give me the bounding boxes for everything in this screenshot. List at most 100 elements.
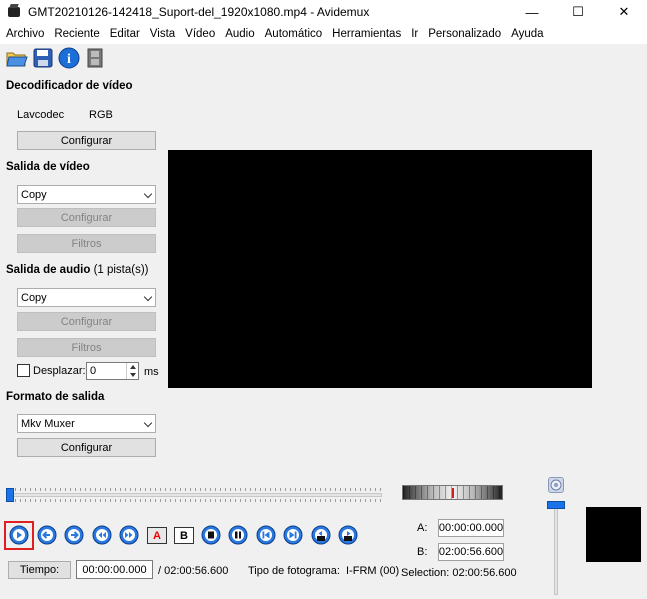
marker-a-time: 00:00:00.000	[438, 519, 504, 537]
marker-a-label: A:	[417, 522, 428, 534]
chevron-down-icon	[143, 292, 153, 302]
go-to-marker-b-button[interactable]	[228, 525, 248, 545]
audio-output-codec-select[interactable]: Copy	[17, 288, 156, 307]
menu-automatico[interactable]: Automático	[260, 28, 328, 40]
decoder-codec-label: Lavcodec	[17, 109, 65, 121]
previous-frame-button[interactable]	[37, 525, 57, 545]
video-output-filters-button[interactable]: Filtros	[17, 234, 156, 253]
frame-type: Tipo de fotograma: I-FRM (00)	[248, 565, 400, 577]
skip-end-icon	[283, 525, 303, 545]
video-output-configure-button[interactable]: Configurar	[17, 208, 156, 227]
video-output-codec-value: Copy	[21, 188, 47, 201]
film-icon[interactable]	[84, 47, 106, 69]
chevron-down-icon	[143, 418, 153, 428]
volume-track	[554, 503, 558, 595]
window-title: GMT20210126-142418_Suport-del_1920x1080.…	[28, 5, 370, 19]
time-button[interactable]: Tiempo:	[8, 561, 71, 579]
video-output-codec-select[interactable]: Copy	[17, 185, 156, 204]
menu-video[interactable]: Vídeo	[180, 28, 220, 40]
next-keyframe-button[interactable]	[119, 525, 139, 545]
menu-bar: Archivo Reciente Editar Vista Vídeo Audi…	[0, 24, 647, 44]
spin-arrows[interactable]	[126, 363, 138, 379]
black-frame-next-icon	[338, 525, 358, 545]
double-arrow-right-icon	[119, 525, 139, 545]
go-to-marker-a-button[interactable]	[201, 525, 221, 545]
svg-text:i: i	[67, 52, 71, 67]
set-marker-b-button[interactable]: B	[174, 527, 194, 544]
shift-unit: ms	[144, 366, 159, 378]
skip-start-icon	[256, 525, 276, 545]
save-icon[interactable]	[32, 47, 54, 69]
menu-editar[interactable]: Editar	[105, 28, 145, 40]
volume-slider[interactable]	[547, 475, 565, 595]
shift-spinbox[interactable]: 0	[86, 362, 139, 380]
video-decoder-heading: Decodificador de vídeo	[6, 80, 133, 92]
audio-output-configure-button[interactable]: Configurar	[17, 312, 156, 331]
set-marker-a-button[interactable]: A	[147, 527, 167, 544]
audio-output-codec-value: Copy	[21, 291, 47, 304]
menu-archivo[interactable]: Archivo	[1, 28, 49, 40]
output-format-value: Mkv Muxer	[21, 417, 75, 430]
next-black-frame-button[interactable]	[338, 525, 358, 545]
maximize-button[interactable]: ☐	[555, 0, 601, 24]
go-to-end-button[interactable]	[283, 525, 303, 545]
close-button[interactable]: ✕	[601, 0, 647, 24]
audio-output-heading: Salida de audio (1 pista(s))	[6, 264, 149, 276]
menu-herramientas[interactable]: Herramientas	[327, 28, 406, 40]
timeline-slider[interactable]	[6, 488, 382, 502]
info-icon[interactable]: i	[58, 47, 80, 69]
title-bar: GMT20210126-142418_Suport-del_1920x1080.…	[0, 0, 647, 24]
go-to-start-button[interactable]	[256, 525, 276, 545]
marker-b-icon	[228, 525, 248, 545]
current-time-input[interactable]: 00:00:00.000	[76, 560, 153, 579]
menu-audio[interactable]: Audio	[220, 28, 259, 40]
play-button[interactable]	[9, 525, 29, 545]
mini-preview	[586, 507, 641, 562]
selection-duration: Selection: 02:00:56.600	[401, 567, 517, 579]
previous-black-frame-button[interactable]	[311, 525, 331, 545]
spin-up-icon[interactable]	[130, 365, 136, 369]
avidemux-app-icon	[6, 4, 22, 20]
double-arrow-left-icon	[92, 525, 112, 545]
jog-center-mark	[452, 488, 454, 498]
timeline-ticks-top	[10, 488, 382, 491]
menu-vista[interactable]: Vista	[145, 28, 180, 40]
marker-b-time: 02:00:56.600	[438, 543, 504, 561]
minimize-button[interactable]: —	[509, 0, 555, 24]
shift-label: Desplazar:	[33, 365, 86, 377]
shift-checkbox[interactable]	[17, 364, 30, 377]
timeline-ticks-bottom	[10, 499, 382, 502]
decoder-configure-button[interactable]: Configurar	[17, 131, 156, 150]
menu-reciente[interactable]: Reciente	[49, 28, 104, 40]
output-format-select[interactable]: Mkv Muxer	[17, 414, 156, 433]
jog-shuttle[interactable]	[402, 485, 503, 500]
total-time: / 02:00:56.600	[158, 565, 229, 577]
spin-down-icon[interactable]	[130, 373, 136, 377]
video-output-heading: Salida de vídeo	[6, 161, 90, 173]
audio-track-count: (1 pista(s))	[93, 264, 149, 276]
marker-b-label: B:	[417, 546, 428, 558]
timeline-handle[interactable]	[6, 488, 14, 502]
audio-output-heading-text: Salida de audio	[6, 264, 91, 276]
arrow-right-icon	[64, 525, 84, 545]
audio-output-filters-button[interactable]: Filtros	[17, 338, 156, 357]
output-format-configure-button[interactable]: Configurar	[17, 438, 156, 457]
chevron-down-icon	[143, 189, 153, 199]
output-format-heading: Formato de salida	[6, 391, 105, 403]
previous-keyframe-button[interactable]	[92, 525, 112, 545]
timeline-track	[10, 493, 382, 497]
arrow-left-icon	[37, 525, 57, 545]
next-frame-button[interactable]	[64, 525, 84, 545]
open-file-icon[interactable]	[6, 47, 28, 69]
play-icon	[9, 525, 29, 545]
speaker-icon[interactable]	[548, 477, 564, 493]
menu-ayuda[interactable]: Ayuda	[506, 28, 548, 40]
shift-value: 0	[90, 365, 97, 377]
video-preview[interactable]	[168, 150, 592, 388]
black-frame-prev-icon	[311, 525, 331, 545]
marker-a-icon	[201, 525, 221, 545]
menu-ir[interactable]: Ir	[406, 28, 423, 40]
toolbar: i	[0, 44, 647, 72]
menu-personalizado[interactable]: Personalizado	[423, 28, 506, 40]
volume-handle[interactable]	[547, 501, 565, 509]
